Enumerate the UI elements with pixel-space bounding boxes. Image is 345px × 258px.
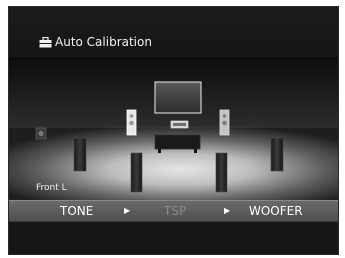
toolbox-icon xyxy=(39,36,52,48)
menu-item-woofer[interactable]: WOOFER xyxy=(249,204,303,218)
surround-right-speaker xyxy=(270,137,284,172)
surround-back-right-speaker xyxy=(215,152,228,193)
subwoofer xyxy=(35,127,47,140)
center-speaker xyxy=(170,120,189,129)
calibration-menu-bar: TONE ▶ TSP ▶ WOOFER xyxy=(9,200,338,222)
header-bar: Auto Calibration xyxy=(9,7,338,57)
page-title: Auto Calibration xyxy=(39,35,152,49)
play-arrow-icon: ▶ xyxy=(124,206,131,215)
menu-item-tone[interactable]: TONE xyxy=(60,204,93,218)
play-arrow-icon: ▶ xyxy=(224,206,231,215)
front-right-speaker xyxy=(219,109,230,136)
footer-area xyxy=(9,222,338,254)
page-title-text: Auto Calibration xyxy=(55,35,152,49)
front-left-speaker xyxy=(126,109,137,136)
surround-back-left-speaker xyxy=(130,152,143,193)
tv-screen xyxy=(154,81,202,114)
calibration-screen: Auto Calibration Front L TONE ▶ TSP ▶ WO… xyxy=(8,6,339,255)
surround-left-speaker xyxy=(73,137,87,172)
room-illustration xyxy=(9,57,338,200)
room-stage xyxy=(9,57,338,200)
speaker-position-label: Front L xyxy=(36,183,67,193)
menu-item-tsp: TSP xyxy=(164,204,187,218)
